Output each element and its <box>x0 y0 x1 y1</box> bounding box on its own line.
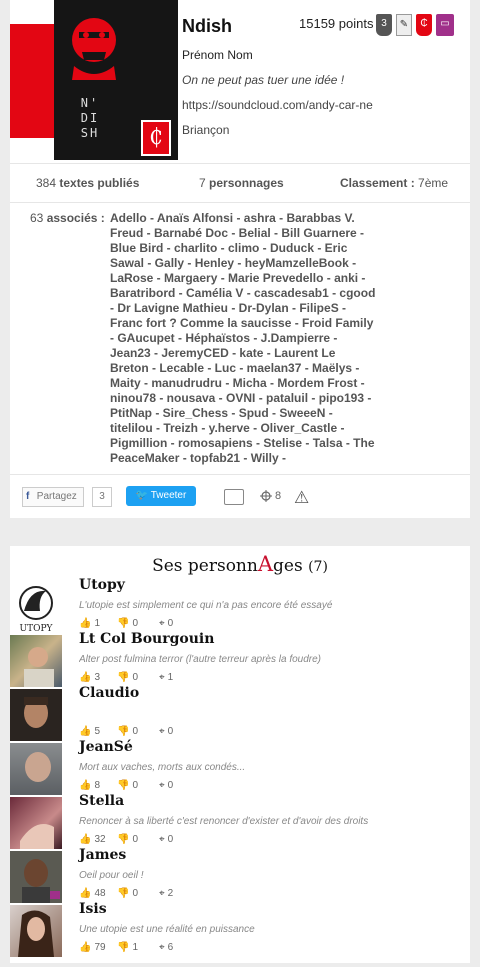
portrait-image <box>20 824 54 849</box>
thumbs-down-icon[interactable]: 👎 <box>117 888 129 899</box>
thumbs-up-icon[interactable]: 👍 <box>79 618 91 629</box>
character-name[interactable]: JeanSé <box>79 739 133 755</box>
stat-characters[interactable]: 7 personnages <box>199 176 284 190</box>
avatar[interactable]: N' DI SH ₵ <box>54 0 178 160</box>
thumbs-up-icon[interactable]: 👍 <box>79 888 91 899</box>
character-row[interactable]: UTOPY Utopy L'utopie est simplement ce q… <box>10 577 470 633</box>
share-bar: f Partagez 3 🐦 Tweeter 8 ⚠ <box>10 474 470 519</box>
character-name[interactable]: Utopy <box>79 577 125 593</box>
associates-label: 63 associés : <box>30 211 105 225</box>
character-row[interactable]: James Oeil pour oeil ! 👍 48 👎 0 ⌖ 2 <box>10 847 470 903</box>
target-icon[interactable]: ⌖ <box>159 942 165 953</box>
character-quote: Une utopie est une réalité en puissance <box>79 924 255 935</box>
thumbs-up-icon[interactable]: 👍 <box>79 780 91 791</box>
character-name[interactable]: Stella <box>79 793 124 809</box>
stat-texts[interactable]: 384 textes publiés <box>36 176 139 190</box>
associates-list[interactable]: Adello - Anaïs Alfonsi - ashra - Barabba… <box>110 211 376 466</box>
profile-url[interactable]: https://soundcloud.com/andy-car-ne <box>182 98 373 112</box>
profile-points: 15159 points <box>299 16 374 31</box>
character-name[interactable]: Isis <box>79 901 107 917</box>
portrait-image <box>24 697 48 728</box>
thumbs-down-icon[interactable]: 👎 <box>117 672 129 683</box>
facebook-icon: f <box>26 491 30 502</box>
thumbs-down-icon[interactable]: 👎 <box>117 834 129 845</box>
character-name[interactable]: James <box>79 847 126 863</box>
character-quote: L'utopie est simplement ce qui n'a pas e… <box>79 600 333 611</box>
target-icon[interactable]: ⌖ <box>159 726 165 737</box>
portrait-image <box>18 910 54 957</box>
character-row[interactable]: Lt Col Bourgouin Alter post fulmina terr… <box>10 631 470 687</box>
thumbs-up-icon[interactable]: 👍 <box>79 942 91 953</box>
target-icon[interactable]: ⌖ <box>159 672 165 683</box>
thumbs-up-icon[interactable]: 👍 <box>79 834 91 845</box>
screen-badge-icon[interactable]: ▭ <box>436 14 454 36</box>
profile-card: N' DI SH ₵ Ndish 15159 points 3 ✎ ₵ ▭ Prén… <box>10 0 470 518</box>
profile-city: Briançon <box>182 123 230 137</box>
character-row[interactable]: JeanSé Mort aux vaches, morts aux condés… <box>10 739 470 795</box>
character-thumbnail[interactable]: UTOPY <box>10 581 62 633</box>
character-thumbnail[interactable] <box>10 689 62 741</box>
character-thumbnail[interactable] <box>10 851 62 903</box>
avatar-logo-icon: ₵ <box>141 120 171 156</box>
utopy-logo-icon: UTOPY <box>10 581 62 633</box>
thumbs-up-icon[interactable]: 👍 <box>79 672 91 683</box>
writer-badge-icon[interactable]: ✎ <box>396 14 412 36</box>
character-thumbnail[interactable] <box>10 743 62 795</box>
target-icon[interactable]: ⌖ <box>159 780 165 791</box>
portrait-image <box>25 752 51 782</box>
profile-fullname: Prénom Nom <box>182 48 253 62</box>
thumbs-down-icon[interactable]: 👎 <box>117 942 129 953</box>
character-thumbnail[interactable] <box>10 635 62 687</box>
characters-title: Ses personnAges (7) <box>152 552 328 576</box>
target-icon[interactable]: ⌖ <box>159 888 165 899</box>
thumbs-down-icon[interactable]: 👎 <box>117 726 129 737</box>
comment-icon[interactable] <box>224 489 244 505</box>
svg-text:UTOPY: UTOPY <box>20 624 54 633</box>
portrait-image <box>24 647 54 687</box>
character-quote: Alter post fulmina terror (l'autre terre… <box>79 654 322 665</box>
characters-card: Ses personnAges (7) UTOPY Utopy L'utopie… <box>10 546 470 963</box>
target-count: 8 <box>275 490 282 502</box>
character-row[interactable]: Isis Une utopie est une réalité en puiss… <box>10 901 470 957</box>
character-thumbnail[interactable] <box>10 797 62 849</box>
facebook-share-button[interactable]: f Partagez <box>22 487 84 507</box>
profile-stats: 384 textes publiés 7 personnages Classem… <box>10 163 470 203</box>
report-warning-icon[interactable]: ⚠ <box>294 488 309 508</box>
portrait-image <box>22 859 60 903</box>
profile-quote: On ne peut pas tuer une idée ! <box>182 73 345 87</box>
character-quote: Oeil pour oeil ! <box>79 870 144 881</box>
target-icon[interactable]: ⌖ <box>159 834 165 845</box>
character-quote: Mort aux vaches, morts aux condés... <box>79 762 246 773</box>
character-quote: Renoncer à sa liberté c'est renoncer d'e… <box>79 816 369 827</box>
rank-badge[interactable]: 3 <box>376 14 392 36</box>
character-thumbnail[interactable] <box>10 905 62 957</box>
thumbs-down-icon[interactable]: 👎 <box>117 618 129 629</box>
thumbs-up-icon[interactable]: 👍 <box>79 726 91 737</box>
stat-rank: Classement : 7ème <box>340 176 449 190</box>
profile-name[interactable]: Ndish <box>182 16 232 37</box>
thumbs-down-icon[interactable]: 👎 <box>117 780 129 791</box>
avatar-text: N' DI SH <box>80 96 100 140</box>
character-name[interactable]: Claudio <box>79 685 139 701</box>
facebook-share-count: 3 <box>92 487 112 507</box>
character-row[interactable]: Claudio 👍 5 👎 0 ⌖ 0 <box>10 685 470 741</box>
target-icon[interactable] <box>260 490 272 502</box>
character-name[interactable]: Lt Col Bourgouin <box>79 631 214 647</box>
character-row[interactable]: Stella Renoncer à sa liberté c'est renon… <box>10 793 470 849</box>
tweet-button[interactable]: 🐦 Tweeter <box>126 486 196 506</box>
coin-badge-icon[interactable]: ₵ <box>416 14 432 36</box>
target-icon[interactable]: ⌖ <box>159 618 165 629</box>
twitter-icon: 🐦 <box>135 490 149 501</box>
